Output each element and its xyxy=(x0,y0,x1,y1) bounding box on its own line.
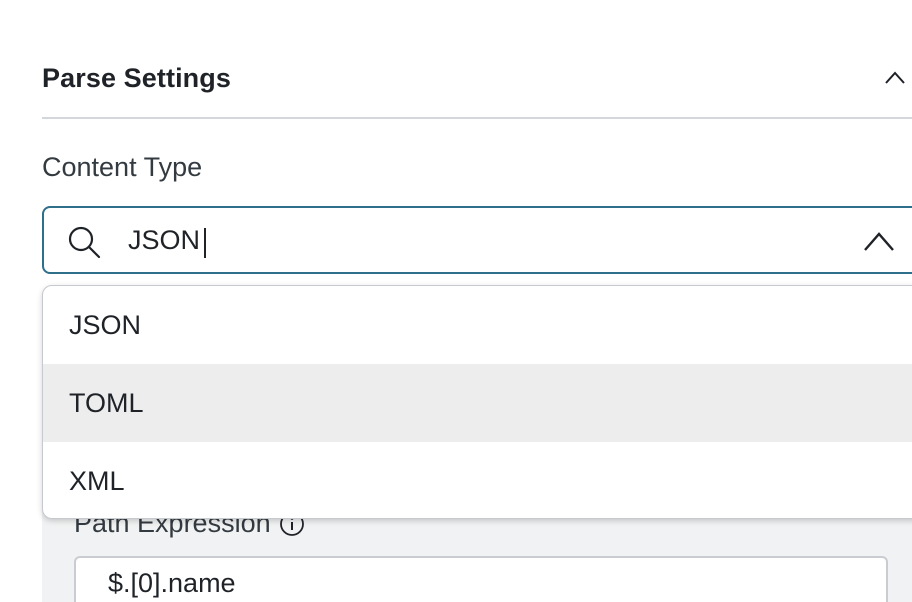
content-type-label: Content Type xyxy=(42,152,203,182)
section-divider xyxy=(42,117,912,119)
content-type-options-list: JSON TOML XML xyxy=(42,285,912,519)
text-cursor xyxy=(204,228,206,258)
option-toml[interactable]: TOML xyxy=(43,364,912,442)
chevron-up-icon[interactable] xyxy=(862,228,896,254)
path-expression-input[interactable]: $.[0].name xyxy=(74,556,888,602)
parse-settings-page: Parse Settings Content Type Path Express… xyxy=(0,0,912,602)
section-title: Parse Settings xyxy=(42,62,231,93)
content-type-input[interactable] xyxy=(128,220,728,260)
option-json[interactable]: JSON xyxy=(43,286,912,364)
content-type-combobox[interactable] xyxy=(42,206,912,274)
section-header[interactable]: Parse Settings xyxy=(42,56,912,100)
option-xml[interactable]: XML xyxy=(43,442,912,518)
chevron-up-icon[interactable] xyxy=(884,68,906,86)
search-icon xyxy=(68,226,101,259)
